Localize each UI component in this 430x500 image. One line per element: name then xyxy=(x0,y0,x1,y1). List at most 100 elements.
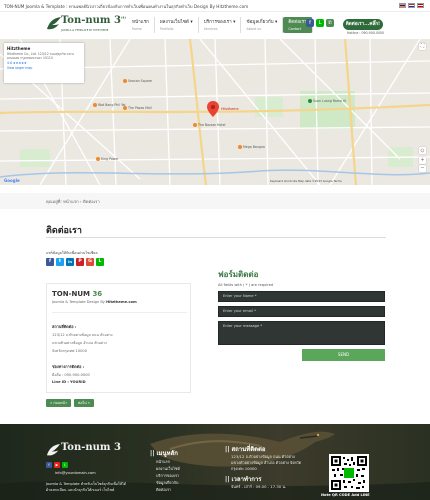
send-button[interactable]: SEND xyxy=(302,349,385,361)
share-buttons: f t in P G L xyxy=(46,258,104,266)
line-icon[interactable]: L xyxy=(316,19,324,27)
site-footer: Ton-num 3 f ▶ L info@yourdomain.com Joom… xyxy=(0,424,430,500)
logo-name: Ton-num 3(4) xyxy=(61,15,126,26)
share-text: แชร์ข้อมูลให้กับเพื่อนผ่านโซเชียล xyxy=(46,251,98,255)
footer-socials: f ▶ L xyxy=(46,462,68,468)
card-divider xyxy=(52,312,187,313)
map-place-label: Seacon Square xyxy=(128,79,152,83)
pagination: « ก่อนหน้า ต่อไป » xyxy=(46,399,94,407)
breadcrumb-home[interactable]: หน้าแรก xyxy=(63,199,78,204)
page-title: ติดต่อเรา xyxy=(46,226,82,236)
pegman-icon[interactable]: ☺ xyxy=(419,147,426,154)
facebook-icon[interactable]: f xyxy=(46,462,52,468)
map-place-label: Wat Bang Phli Yai xyxy=(98,103,126,107)
google-logo-icon: Google xyxy=(4,178,20,183)
footer-menu-item[interactable]: ติดต่อเรา xyxy=(156,487,171,493)
contact-channels-label: ช่องทางการติดต่อ : xyxy=(52,364,85,369)
address-line: จังหวัดกรุงเทพ 10000 xyxy=(52,349,87,353)
footer-menu-item[interactable]: หน้าแรก xyxy=(156,459,170,465)
footer-description: ผ้าลงทะเบียน และนักธุรกิจโต้กเบอร์ เว็บไ… xyxy=(46,488,115,492)
footer-hours-heading: || เวลาทำการ xyxy=(225,476,262,483)
logo-mark-icon xyxy=(46,443,61,456)
message-textarea[interactable]: Enter your message * xyxy=(218,321,385,345)
map-place-label: Mega Bangna xyxy=(243,145,265,149)
line-qr-code xyxy=(329,454,369,492)
footer-menu-heading: || เมนูหลัก xyxy=(150,450,178,457)
nav-item-about[interactable]: ข้อมูลเกี่ยวกับ ▾ About us xyxy=(241,17,284,33)
marker-label: Hitztheme xyxy=(221,107,239,111)
larger-map-link[interactable]: View larger map xyxy=(7,66,81,70)
address-line: แขวงตัวอย่างข้อมูล อำเภอ ตัวอย่าง xyxy=(52,341,107,345)
share-twitter-icon[interactable]: t xyxy=(56,258,64,266)
share-facebook-icon[interactable]: f xyxy=(46,258,54,266)
footer-address-heading: || สถานที่ติดต่อ xyxy=(225,446,266,453)
form-required-note: All fields with ( * ) are required xyxy=(218,283,274,287)
name-input[interactable]: Enter your Name * xyxy=(218,291,385,302)
card-tagline: Joomla & Template Design By Hitztheme.co… xyxy=(52,300,137,304)
breadcrumb-current: ติดต่อเรา xyxy=(83,199,100,204)
contact-cta-button[interactable]: ติดต่อเรา...คลิ๊ก! xyxy=(343,19,383,30)
flag-en-icon[interactable] xyxy=(408,3,415,8)
top-bar: TON-NUM Joomla & Template : ทามเพลย์นิวบ… xyxy=(0,0,430,12)
mobile-number: มือถือ : 090-900-0000 xyxy=(52,373,90,377)
map-place-label: King Power xyxy=(101,157,119,161)
share-pinterest-icon[interactable]: P xyxy=(76,258,84,266)
email-input[interactable]: Enter your email * xyxy=(218,306,385,317)
hotline-text: Hotline : 090-900-0000 xyxy=(347,31,385,35)
prev-button[interactable]: « ก่อนหน้า xyxy=(46,399,71,407)
footer-hours: จันทร์ - เสาร์ : 09.00 - 17.30 น. xyxy=(231,484,287,489)
line-icon[interactable]: L xyxy=(62,462,68,468)
language-flags xyxy=(399,3,424,8)
fullscreen-icon[interactable]: ⛶ xyxy=(419,43,426,50)
place-address: Hitztheme Co., Ltd. 123/12 ถนนสุขุมวิท แ… xyxy=(7,52,74,60)
place-title: Hitztheme xyxy=(7,46,31,51)
flag-th-icon[interactable] xyxy=(399,3,406,8)
qr-code-icon xyxy=(331,456,367,490)
card-brand: TON-NUM 36 xyxy=(52,290,103,298)
form-heading: ฟอร์มติดต่อ xyxy=(218,270,259,279)
share-linkedin-icon[interactable]: in xyxy=(66,258,74,266)
flag-other-icon[interactable] xyxy=(417,3,424,8)
map-place-label: The Bazaar Hotel xyxy=(197,123,226,127)
site-header: Ton-num 3(4) JOOMLA & TEMPLATE BY HITZTH… xyxy=(0,12,430,39)
nav-item-services[interactable]: บริการของเรา ▾ Services xyxy=(199,17,242,33)
map-place-label: The Paseo Mall xyxy=(127,106,152,110)
breadcrumb-prefix: คุณอยู่ที่: xyxy=(46,199,62,204)
line-id: Line ID : YOURID xyxy=(52,380,86,384)
map-place-card: Hitztheme Hitztheme Co., Ltd. 123/12 ถนน… xyxy=(4,43,84,83)
google-map[interactable]: Seacon Square Wat Bang Phli Yai The Pase… xyxy=(0,39,430,185)
youtube-icon[interactable]: ▶ xyxy=(54,462,60,468)
nav-item-portfolio[interactable]: ผลงานเว็บไซต์ ▾ Portfolio xyxy=(155,17,199,33)
logo-subtitle: JOOMLA & TEMPLATE BY HITZTHEME xyxy=(61,29,109,32)
logo-mark-icon xyxy=(47,17,61,30)
title-divider xyxy=(46,237,386,238)
footer-menu-item[interactable]: ผลงานเว็บไซต์ xyxy=(156,466,180,472)
share-google-icon[interactable]: G xyxy=(86,258,94,266)
next-button[interactable]: ต่อไป » xyxy=(73,399,94,407)
footer-menu-item[interactable]: บริการของเรา xyxy=(156,473,179,479)
phone-icon[interactable]: ✆ xyxy=(326,19,334,27)
footer-logo[interactable]: Ton-num 3 xyxy=(46,442,121,458)
breadcrumb: คุณอยู่ที่: หน้าแรก › ติดต่อเรา xyxy=(0,193,430,209)
main-nav: หน้าแรก Home ผลงานเว็บไซต์ ▾ Portfolio บริ… xyxy=(127,17,313,33)
facebook-icon[interactable]: f xyxy=(306,19,314,27)
map-attribution: Keyboard shortcuts Map data ©2023 Google… xyxy=(270,179,342,183)
map-place-label: Suan Luang Rama IX xyxy=(313,99,347,103)
zoom-in-button[interactable]: + xyxy=(419,157,426,164)
place-rating: 4.6 ★★★★★ xyxy=(7,61,27,65)
address-label: สถานที่ติดต่อ : xyxy=(52,324,77,329)
footer-menu-item[interactable]: ข้อมูลเกี่ยวกับ xyxy=(156,480,178,486)
footer-address-line: กรุงเทพ 10000 xyxy=(231,466,257,471)
footer-logo-name: Ton-num 3 xyxy=(61,442,121,453)
site-logo[interactable]: Ton-num 3(4) JOOMLA & TEMPLATE BY HITZTH… xyxy=(46,15,126,35)
address-line: 123/12 ถ.ทัวอย่างข้อมูล ถนน ตัวอย่าง xyxy=(52,333,113,337)
zoom-out-button[interactable]: − xyxy=(419,165,426,172)
breadcrumb-separator: › xyxy=(79,199,82,204)
share-line-icon[interactable]: L xyxy=(96,258,104,266)
header-socials: f L ✆ xyxy=(306,19,334,27)
top-bar-text: TON-NUM Joomla & Template : ทามเพลย์นิวบ… xyxy=(4,4,249,9)
nav-item-home[interactable]: หน้าแรก Home xyxy=(127,17,155,33)
footer-email[interactable]: info@yourdomain.com xyxy=(55,471,96,475)
contact-card: TON-NUM 36 Joomla & Template Design By H… xyxy=(46,283,191,393)
qr-caption: Note QR CODE Add LINE xyxy=(321,493,370,497)
